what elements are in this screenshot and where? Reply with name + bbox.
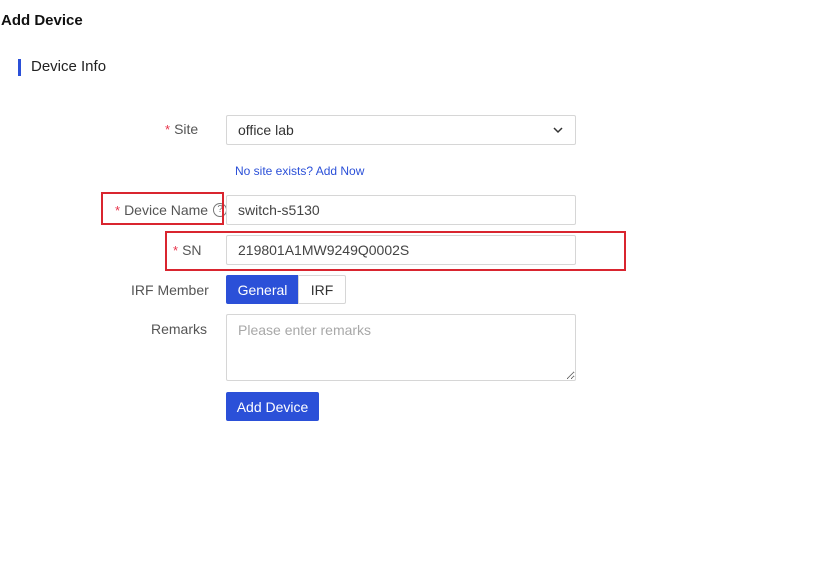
required-mark: * <box>165 121 171 137</box>
irf-option-irf[interactable]: IRF <box>298 275 346 304</box>
device-name-value: switch-s5130 <box>238 202 320 218</box>
device-name-input[interactable]: switch-s5130 <box>226 195 576 225</box>
site-select-value: office lab <box>238 122 294 138</box>
remarks-textarea[interactable] <box>226 314 576 381</box>
page-title: Add Device <box>1 12 83 29</box>
add-device-page: Add Device Device Info * Site office lab… <box>0 0 827 582</box>
device-name-label-text: Device Name <box>124 202 209 218</box>
device-name-label: * Device Name ? <box>115 202 228 218</box>
remarks-label-text: Remarks <box>151 321 208 337</box>
sn-label: * SN <box>173 242 202 258</box>
add-site-link[interactable]: No site exists? Add Now <box>235 164 364 178</box>
required-mark: * <box>115 202 121 218</box>
sn-label-text: SN <box>182 242 202 258</box>
site-select[interactable]: office lab <box>226 115 576 145</box>
remarks-label: Remarks <box>151 321 207 337</box>
irf-option-general[interactable]: General <box>226 275 299 304</box>
add-device-button[interactable]: Add Device <box>226 392 319 421</box>
section-title: Device Info <box>31 58 107 75</box>
sn-input[interactable]: 219801A1MW9249Q0002S <box>226 235 576 265</box>
irf-member-label: IRF Member <box>131 282 209 298</box>
section-accent-bar <box>18 59 21 76</box>
question-circle-icon[interactable]: ? <box>213 203 228 217</box>
chevron-down-icon <box>552 124 564 136</box>
sn-value: 219801A1MW9249Q0002S <box>238 242 410 258</box>
site-label: * Site <box>165 121 198 137</box>
irf-member-label-text: IRF Member <box>131 282 209 298</box>
required-mark: * <box>173 242 179 258</box>
site-label-text: Site <box>174 121 199 137</box>
